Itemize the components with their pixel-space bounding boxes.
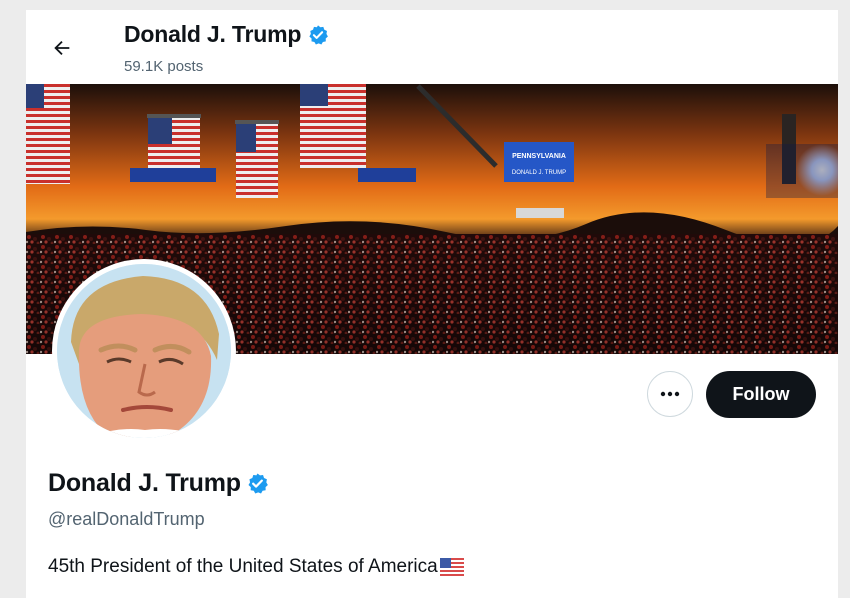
- us-flag-emoji-icon: [439, 558, 464, 576]
- profile-page: Donald J. Trump 59.1K posts PENNSYLVANIA…: [26, 10, 838, 598]
- profile-avatar[interactable]: [52, 259, 236, 443]
- arrow-left-icon: [54, 40, 70, 56]
- bio-text: 45th President of the United States of A…: [48, 556, 438, 577]
- profile-name-row: Donald J. Trump: [48, 469, 269, 498]
- back-button[interactable]: [46, 32, 78, 64]
- more-dots-icon: [660, 391, 680, 397]
- post-count: 59.1K posts: [124, 58, 204, 75]
- header-title: Donald J. Trump: [124, 21, 329, 48]
- profile-handle: @realDonaldTrump: [48, 509, 205, 529]
- header-name: Donald J. Trump: [124, 21, 302, 47]
- flag-left: [26, 84, 70, 184]
- follow-button[interactable]: Follow: [706, 371, 816, 418]
- display-name: Donald J. Trump: [48, 469, 241, 497]
- banner-sign-text: PENNSYLVANIA: [512, 153, 566, 160]
- profile-bio: 45th President of the United States of A…: [48, 556, 464, 578]
- more-options-button[interactable]: [647, 371, 693, 417]
- verified-badge-icon: [309, 24, 329, 45]
- verified-badge-icon[interactable]: [246, 472, 269, 495]
- banner-sign-text-2: DONALD J. TRUMP: [512, 170, 566, 176]
